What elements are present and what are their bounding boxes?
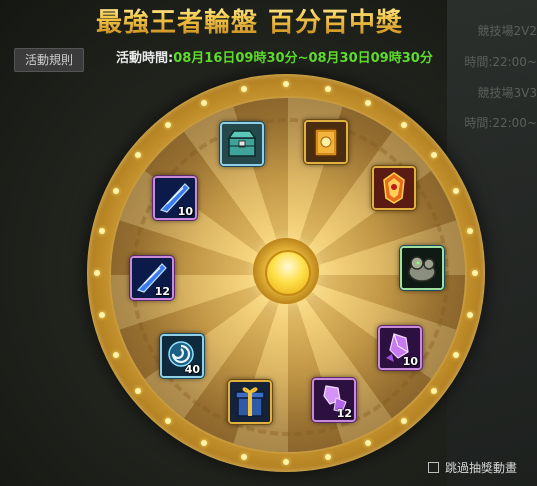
background-text: 競技場2V2: [477, 24, 537, 38]
gift-box-icon: [230, 382, 270, 422]
spin-button[interactable]: [265, 250, 311, 296]
rim-light-dot: [98, 312, 105, 319]
wheel-item-blue-blade-shard-a[interactable]: 12: [130, 256, 174, 300]
rim-light-dot: [283, 81, 289, 87]
rim-light-dot: [112, 352, 119, 358]
rim-light-dot: [430, 387, 437, 394]
rim-light-dot: [283, 459, 289, 465]
page-title: 最強王者輪盤 百分百中獎: [96, 2, 466, 38]
rim-light-dot: [430, 152, 437, 159]
wheel-item-purple-crystal[interactable]: 10: [378, 326, 422, 370]
wheel-item-purple-crystal-shards[interactable]: 12: [312, 378, 356, 422]
armor-icon: [374, 168, 414, 208]
skip-animation-checkbox[interactable]: 跳過抽獎動畫: [428, 459, 517, 476]
event-rules-button[interactable]: 活動規則: [14, 48, 84, 72]
event-time-value: 08月16日09時30分~08月30日09時30分: [173, 51, 433, 66]
rim-light-dot: [98, 227, 105, 234]
rim-light-dot: [200, 99, 207, 106]
rim-light-dot: [240, 85, 247, 92]
golem-icon: [402, 248, 442, 288]
book-icon: [306, 122, 346, 162]
wheel-item-blue-blade-shard-b[interactable]: 10: [153, 176, 197, 220]
wheel-item-teal-chest[interactable]: [220, 122, 264, 166]
wheel-item-swirl-orb[interactable]: 40: [160, 334, 204, 378]
item-quantity: 10: [177, 205, 193, 218]
wheel-item-stone-golem[interactable]: [400, 246, 444, 290]
rim-light-dot: [472, 270, 478, 276]
checkbox-icon: [428, 462, 439, 473]
item-quantity: 12: [336, 407, 352, 420]
item-quantity: 10: [402, 355, 418, 368]
rim-light-dot: [94, 270, 100, 276]
rim-light-dot: [365, 99, 371, 106]
skip-animation-label: 跳過抽獎動畫: [445, 461, 518, 475]
item-quantity: 40: [184, 363, 200, 376]
rim-light-dot: [165, 417, 172, 424]
event-time: 活動時間:08月16日09時30分~08月30日09時30分: [116, 47, 433, 66]
wheel-item-flame-armor[interactable]: [372, 166, 416, 210]
wheel-item-gift-box[interactable]: [228, 380, 272, 424]
background-text: 時間:22:00~: [464, 116, 537, 130]
event-time-label: 活動時間:: [116, 51, 174, 66]
item-quantity: 12: [154, 285, 170, 298]
rim-light-dot: [400, 417, 407, 424]
rim-light-dot: [325, 85, 332, 92]
wheel-item-golden-book[interactable]: [304, 120, 348, 164]
chest-icon: [222, 124, 262, 164]
background-text: 競技場3V3: [477, 86, 537, 100]
rim-light-dot: [112, 187, 119, 194]
background-text: 時間:22:00~: [464, 55, 537, 69]
